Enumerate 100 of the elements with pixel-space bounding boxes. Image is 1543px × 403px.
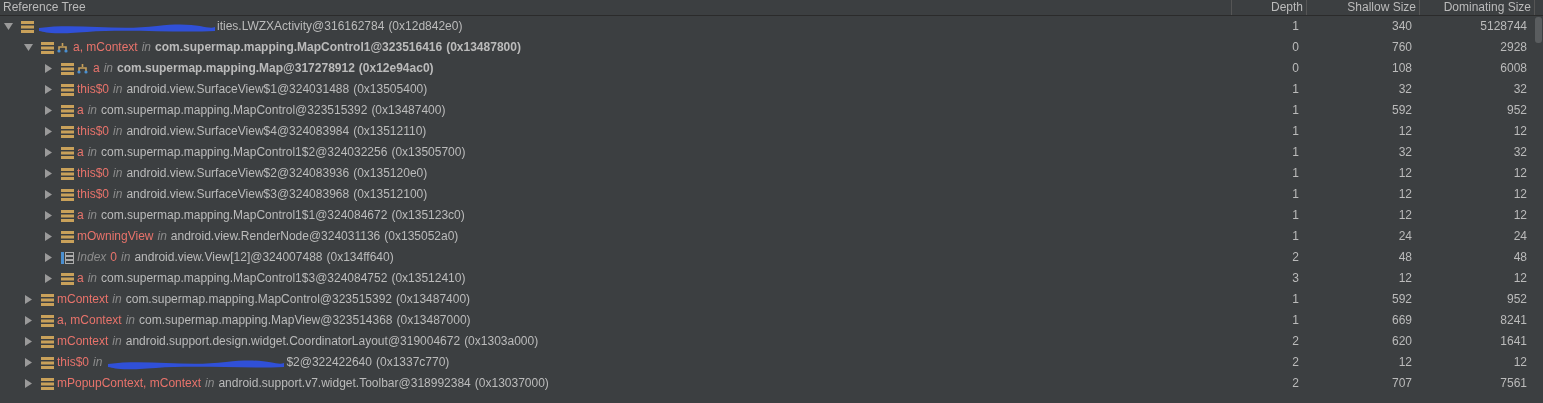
expand-arrow-icon[interactable] — [24, 358, 33, 367]
collapse-arrow-icon[interactable] — [4, 22, 13, 31]
dominating-size-cell-text: 5128744 — [1480, 18, 1527, 35]
field-name: a — [93, 60, 100, 77]
depth-cell-text: 1 — [1292, 123, 1299, 140]
object-address: (0x134ff640) — [326, 249, 394, 266]
collapse-arrow-icon[interactable] — [24, 43, 33, 52]
shallow-size-cell-text: 108 — [1391, 60, 1412, 77]
in-label: in — [93, 354, 103, 371]
in-label: in — [113, 186, 123, 203]
field-name: a, mContext — [57, 312, 122, 329]
in-label: in — [141, 39, 152, 56]
object-icon — [61, 83, 74, 96]
expand-arrow-icon[interactable] — [44, 148, 53, 157]
dominating-size-cell-text: 952 — [1506, 102, 1527, 119]
column-header[interactable]: Dominating Size — [1443, 0, 1531, 14]
object-address: (0x135052a0) — [384, 228, 459, 245]
shallow-size-cell-text: 12 — [1398, 165, 1412, 182]
depth-cell-text: 2 — [1292, 354, 1299, 371]
field-name: this$0 — [77, 81, 110, 98]
shallow-size-cell-text: 32 — [1398, 144, 1412, 161]
expand-arrow-icon[interactable] — [44, 190, 53, 199]
object-icon — [61, 62, 74, 75]
object-address: (0x1337c770) — [375, 354, 450, 371]
expand-arrow-icon[interactable] — [24, 379, 33, 388]
depth-cell-text: 1 — [1292, 165, 1299, 182]
column-header[interactable]: Reference Tree — [3, 0, 86, 14]
field-name: this$0 — [77, 123, 110, 140]
dominating-size-cell-text: 48 — [1513, 249, 1527, 266]
in-label: in — [103, 60, 114, 77]
object-icon — [41, 356, 54, 369]
expand-arrow-icon[interactable] — [44, 253, 53, 262]
in-label: in — [87, 102, 98, 119]
field-name: a — [77, 144, 84, 161]
depth-cell-text: 1 — [1292, 207, 1299, 224]
shallow-size-cell-text: 24 — [1398, 228, 1412, 245]
field-name: a — [77, 207, 84, 224]
shallow-size-cell-text: 340 — [1391, 18, 1412, 35]
class-name: android.view.SurfaceView$1@324031488 — [126, 81, 350, 98]
column-header[interactable]: Depth — [1270, 0, 1303, 14]
object-icon — [41, 335, 54, 348]
class-name: com.supermap.mapping.MapControl@323515392 — [101, 102, 368, 119]
field-name: a — [77, 270, 84, 287]
dominating-size-cell-text: 12 — [1513, 270, 1527, 287]
scrollbar-thumb[interactable] — [1535, 17, 1542, 43]
depth-cell-text: 2 — [1292, 249, 1299, 266]
in-label: in — [125, 312, 136, 329]
shallow-size-cell-text: 760 — [1391, 39, 1412, 56]
field-name: 0 — [110, 249, 118, 266]
dominating-size-cell-text: 1641 — [1500, 333, 1527, 350]
expand-arrow-icon[interactable] — [44, 211, 53, 220]
class-name: com.supermap.mapping.MapControl1$2@324032256 — [101, 144, 388, 161]
object-address: (0x13512410) — [391, 270, 466, 287]
expand-arrow-icon[interactable] — [44, 274, 53, 283]
shallow-size-cell-text: 669 — [1391, 312, 1412, 329]
class-name: $2@322422640 — [286, 354, 372, 371]
object-address: (0x13487400) — [396, 291, 471, 308]
expand-arrow-icon[interactable] — [24, 316, 33, 325]
depth-cell-text: 3 — [1292, 270, 1299, 287]
dominating-size-cell-text: 12 — [1513, 186, 1527, 203]
expand-arrow-icon[interactable] — [44, 127, 53, 136]
expand-arrow-icon[interactable] — [44, 106, 53, 115]
in-label: in — [205, 375, 215, 392]
class-name: com.supermap.mapping.Map@317278912 — [117, 60, 355, 77]
depth-cell-text: 1 — [1292, 228, 1299, 245]
in-label: in — [157, 228, 167, 245]
depth-cell-text: 1 — [1292, 291, 1299, 308]
dominating-size-cell-text: 32 — [1513, 81, 1527, 98]
expand-arrow-icon[interactable] — [24, 337, 33, 346]
object-icon — [61, 104, 74, 117]
expand-arrow-icon[interactable] — [24, 295, 33, 304]
object-address: (0x13505400) — [353, 81, 428, 98]
class-name: com.supermap.mapping.MapView@323514368 — [139, 312, 393, 329]
expand-arrow-icon[interactable] — [44, 232, 53, 241]
expand-arrow-icon[interactable] — [44, 85, 53, 94]
class-name: android.support.design.widget.CoordinatorLayout@319004672 — [125, 333, 461, 350]
dominating-size-cell-text: 24 — [1513, 228, 1527, 245]
dominating-size-cell-text: 32 — [1513, 144, 1527, 161]
object-address: (0x13487000) — [396, 312, 471, 329]
field-name: mContext — [57, 291, 109, 308]
depth-cell-text: 0 — [1292, 60, 1299, 77]
dominating-size-cell-text: 2928 — [1500, 39, 1527, 56]
object-icon — [61, 209, 74, 222]
dominating-size-cell-text: 12 — [1513, 207, 1527, 224]
dominating-size-cell-text: 8241 — [1500, 312, 1527, 329]
field-name: a — [77, 102, 84, 119]
class-name: android.support.v7.widget.Toolbar@318992384 — [218, 375, 471, 392]
array-icon — [61, 251, 74, 264]
shallow-size-cell-text: 12 — [1398, 123, 1412, 140]
shallow-size-cell-text: 32 — [1398, 81, 1412, 98]
in-label: in — [112, 291, 122, 308]
object-icon — [61, 125, 74, 138]
depth-cell-text: 1 — [1292, 81, 1299, 98]
expand-arrow-icon[interactable] — [44, 169, 53, 178]
expand-arrow-icon[interactable] — [44, 64, 53, 73]
class-name: android.view.RenderNode@324031136 — [170, 228, 381, 245]
object-address: (0x135120e0) — [353, 165, 428, 182]
column-header[interactable]: Shallow Size — [1347, 0, 1416, 14]
field-name: this$0 — [77, 186, 110, 203]
class-name: com.supermap.mapping.MapControl1$3@324084752 — [101, 270, 388, 287]
